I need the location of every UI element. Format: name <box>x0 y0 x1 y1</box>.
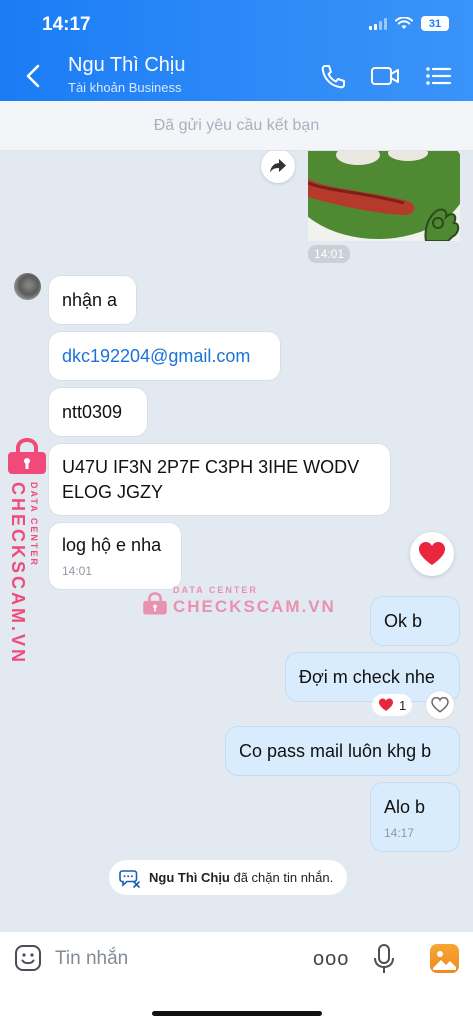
mic-icon[interactable] <box>373 943 395 975</box>
message-bubble[interactable]: nhận a <box>49 276 136 324</box>
message-time: 14:01 <box>62 564 93 578</box>
contact-name[interactable]: Ngu Thì Chịu <box>68 54 185 77</box>
message-text: ntt0309 <box>62 401 123 422</box>
react-button[interactable] <box>410 532 454 576</box>
wifi-icon <box>395 17 413 29</box>
image-icon[interactable] <box>430 944 459 973</box>
message-text: Alo b <box>384 797 426 817</box>
frog-sticker-image <box>308 151 460 241</box>
heart-icon <box>379 698 393 711</box>
video-icon[interactable] <box>370 62 400 90</box>
back-icon[interactable] <box>22 62 46 90</box>
blocked-name: Ngu Thì Chịu <box>149 870 230 885</box>
message-bubble[interactable]: log hộ e nha 14:01 <box>49 523 181 589</box>
blocked-text: Ngu Thì Chịu đã chặn tin nhắn. <box>149 870 333 885</box>
more-options-button[interactable]: ooo <box>313 948 349 971</box>
message-text: Đợi m check nhe <box>299 666 435 687</box>
image-glyph <box>433 951 456 970</box>
share-button[interactable] <box>261 151 295 183</box>
contact-avatar[interactable] <box>14 273 41 300</box>
chat-header: 14:17 31 Ngu Thì Chịu Tài khoản Business <box>0 0 473 101</box>
message-time: 14:01 <box>308 245 351 263</box>
frog-sticker[interactable] <box>308 151 460 241</box>
watermark-subtext: DATA CENTER <box>173 585 258 595</box>
signal-icon <box>369 17 387 30</box>
menu-icon[interactable] <box>424 62 454 90</box>
heart-outline-icon <box>431 697 449 713</box>
message-text: log hộ e nha <box>62 535 162 555</box>
battery-indicator: 31 <box>421 16 449 31</box>
message-input[interactable]: Tin nhắn <box>55 948 128 970</box>
message-bubble[interactable]: U47U IF3N 2P7F C3PH 3IHE WODV ELOG JGZY <box>49 444 390 515</box>
watermark-lock-icon <box>143 592 167 615</box>
message-text: nhận a <box>62 289 118 310</box>
message-time: 14:17 <box>384 826 415 840</box>
watermark-subtext: DATA CENTER <box>29 482 39 567</box>
friend-request-bar: Đã gửi yêu cầu kết bạn <box>0 101 473 151</box>
home-indicator <box>152 1011 322 1016</box>
watermark-center: DATA CENTER CHECKSCAM.VN <box>142 583 334 623</box>
message-text: U47U IF3N 2P7F C3PH 3IHE WODV ELOG JGZY <box>62 456 360 502</box>
reaction-count-chip[interactable]: 1 <box>372 694 413 716</box>
message-text: Ok b <box>384 610 423 631</box>
message-bubble[interactable]: dkc192204@gmail.com <box>49 332 280 380</box>
heart-icon <box>419 542 445 565</box>
reaction-count: 1 <box>399 697 407 713</box>
status-icons: 31 <box>369 16 449 31</box>
react-button[interactable] <box>426 691 454 719</box>
watermark-lock-icon <box>8 438 46 474</box>
message-bubble[interactable]: Ok b <box>371 597 459 645</box>
watermark-text: CHECKSCAM.VN <box>173 597 336 616</box>
watermark-text: CHECKSCAM.VN <box>8 482 28 666</box>
blocked-chat-icon <box>119 869 140 888</box>
blocked-message: đã chặn tin nhắn. <box>229 870 334 885</box>
message-bubble[interactable]: Co pass mail luôn khg b <box>226 727 459 775</box>
contact-subtitle: Tài khoản Business <box>68 80 182 95</box>
phone-icon[interactable] <box>318 62 348 90</box>
message-bubble[interactable]: ntt0309 <box>49 388 147 436</box>
blocked-notice: Ngu Thì Chịu đã chặn tin nhắn. <box>109 860 348 895</box>
share-icon <box>270 159 286 173</box>
status-time: 14:17 <box>42 14 91 35</box>
emoji-icon[interactable] <box>14 944 42 972</box>
chat-area[interactable]: 14:01 nhận a dkc192204@gmail.com ntt0309… <box>0 151 473 931</box>
message-input-bar: Tin nhắn ooo <box>0 931 473 1024</box>
email-link[interactable]: dkc192204@gmail.com <box>62 346 267 367</box>
message-text: Co pass mail luôn khg b <box>239 740 432 761</box>
message-bubble[interactable]: Alo b 14:17 <box>371 783 459 851</box>
